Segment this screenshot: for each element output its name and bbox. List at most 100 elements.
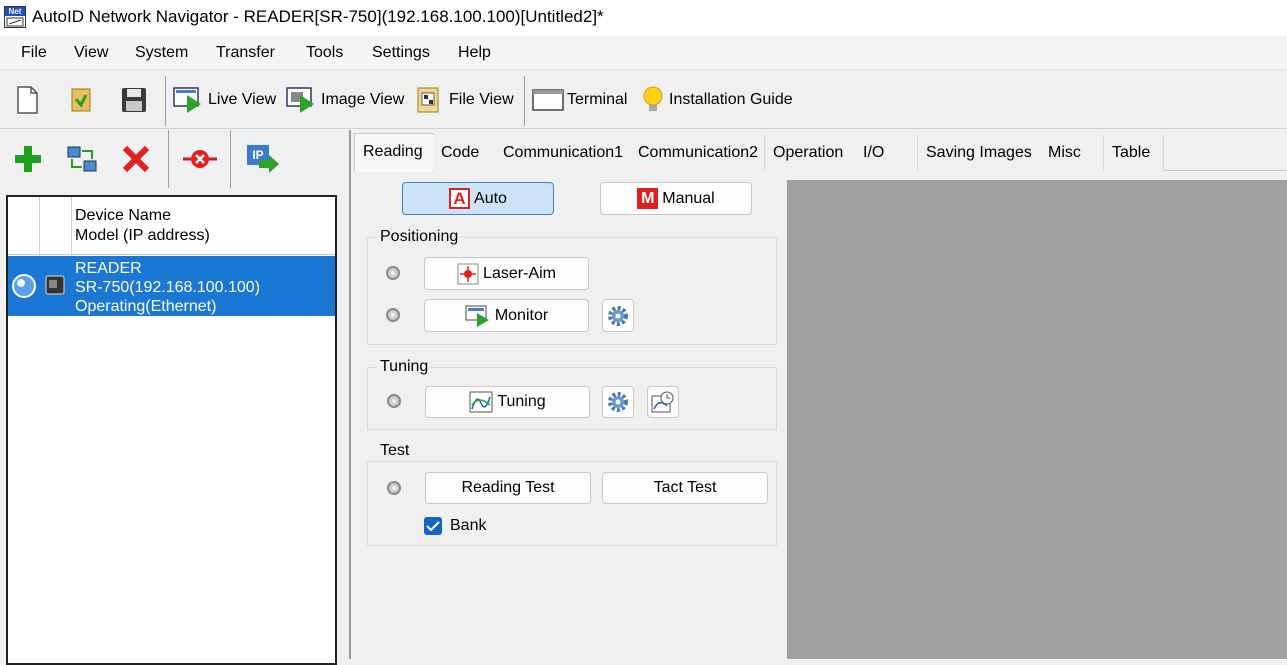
network-button[interactable] (66, 143, 98, 180)
device-status: Operating(Ethernet) (75, 298, 217, 315)
open-button[interactable] (68, 84, 94, 116)
tact-test-button[interactable]: Tact Test (602, 472, 768, 504)
auto-label: Auto (474, 189, 507, 207)
menu-bar: File View System Transfer Tools Settings… (0, 36, 1287, 69)
tab-code[interactable]: Code (433, 135, 496, 171)
device-list: Device Name Model (IP address) READER SR… (6, 195, 337, 665)
file-view-icon (417, 87, 439, 113)
bank-checkbox[interactable] (424, 517, 442, 535)
tab-table[interactable]: Table (1104, 135, 1164, 171)
menu-transfer[interactable]: Transfer (216, 44, 275, 62)
network-icon (67, 146, 97, 172)
toolbar-separator (165, 76, 166, 126)
ip-setting-button[interactable]: IP (245, 143, 279, 175)
menu-file[interactable]: File (21, 44, 47, 62)
live-view-label: Live View (208, 91, 277, 108)
tab-communication1[interactable]: Communication1 (495, 135, 631, 171)
menu-tools[interactable]: Tools (306, 44, 343, 62)
monitor-settings-button[interactable] (602, 299, 634, 332)
main-toolbar: Live View Image View File View Terminal … (0, 69, 1287, 129)
tab-misc[interactable]: Misc (1040, 135, 1104, 171)
reader-device-icon (45, 275, 65, 295)
gear-icon (608, 392, 628, 412)
tuning-label: Tuning (497, 393, 546, 410)
tuning-icon (469, 391, 493, 413)
manual-label: Manual (662, 189, 715, 207)
window-title: AutoID Network Navigator - READER[SR-750… (32, 7, 604, 26)
reading-test-button[interactable]: Reading Test (425, 472, 591, 504)
status-orb-icon (12, 274, 36, 298)
tact-test-label: Tact Test (653, 479, 717, 496)
model-header: Model (IP address) (75, 227, 210, 244)
terminal-icon (532, 89, 564, 111)
new-button[interactable] (14, 84, 40, 116)
tab-operation[interactable]: Operation (765, 135, 856, 171)
title-bar: Net AutoID Network Navigator - READER[SR… (0, 0, 1287, 36)
tuning-button[interactable]: Tuning (425, 386, 590, 418)
laser-aim-label: Laser-Aim (483, 264, 556, 282)
tab-reading[interactable]: Reading (354, 133, 434, 172)
add-icon (15, 146, 41, 172)
test-title: Test (378, 442, 412, 460)
bank-label: Bank (450, 517, 487, 534)
monitor-radio[interactable] (386, 308, 400, 322)
manual-button[interactable]: M Manual (600, 182, 752, 215)
arrow-right-icon (259, 155, 279, 173)
file-view-label: File View (449, 91, 514, 108)
manual-badge-icon: M (637, 188, 659, 209)
positioning-title: Positioning (378, 228, 461, 246)
laser-icon (457, 263, 479, 284)
auto-badge-icon: A (449, 188, 471, 209)
open-file-icon (71, 88, 91, 112)
app-icon-label: Net (5, 7, 25, 16)
tuning-settings-button[interactable] (602, 386, 634, 418)
settings-tabs: Reading Code Communication1 Communicatio… (354, 133, 1287, 172)
disconnect-button[interactable] (183, 143, 217, 180)
tuning-radio[interactable] (387, 394, 401, 408)
laser-aim-radio[interactable] (386, 266, 400, 280)
toolbar-separator (230, 130, 231, 188)
panel-splitter[interactable] (349, 130, 351, 659)
device-row[interactable]: READER SR-750(192.168.100.100) Operating… (8, 256, 335, 316)
add-device-button[interactable] (12, 143, 44, 180)
toolbar-separator (168, 130, 169, 188)
app-icon: Net (4, 6, 26, 28)
image-view-label: Image View (321, 91, 405, 108)
laser-aim-button[interactable]: Laser-Aim (424, 257, 589, 290)
menu-system[interactable]: System (135, 44, 188, 62)
terminal-button[interactable]: Terminal (532, 84, 627, 116)
tab-io[interactable]: I/O (855, 135, 918, 171)
file-view-button[interactable]: File View (414, 84, 514, 116)
menu-help[interactable]: Help (458, 44, 491, 62)
menu-view[interactable]: View (74, 44, 108, 62)
auto-button[interactable]: A Auto (402, 182, 554, 215)
reading-test-label: Reading Test (461, 479, 555, 496)
menu-settings[interactable]: Settings (372, 44, 430, 62)
device-name: READER (75, 260, 142, 277)
device-list-header: Device Name Model (IP address) (8, 197, 335, 255)
gear-icon (608, 305, 628, 326)
live-view-icon (173, 87, 201, 113)
tab-communication2[interactable]: Communication2 (630, 135, 765, 171)
save-button[interactable] (120, 84, 148, 116)
delete-icon (122, 145, 150, 173)
reading-test-radio[interactable] (387, 481, 401, 495)
tuning-history-icon (651, 391, 674, 413)
save-icon (122, 88, 146, 112)
monitor-icon (465, 305, 489, 327)
delete-device-button[interactable] (120, 143, 152, 180)
new-file-icon (17, 86, 38, 114)
preview-area (787, 180, 1287, 659)
tuning-history-button[interactable] (647, 386, 679, 418)
checkmark-icon (426, 521, 440, 532)
device-name-header: Device Name (75, 207, 172, 224)
image-view-button[interactable]: Image View (286, 84, 404, 116)
device-toolbar: IP (0, 130, 350, 190)
disconnect-icon (183, 150, 217, 168)
live-view-button[interactable]: Live View (173, 84, 276, 116)
monitor-button[interactable]: Monitor (424, 299, 589, 332)
tab-saving-images[interactable]: Saving Images (918, 135, 1041, 171)
lightbulb-icon (643, 86, 663, 111)
tuning-title: Tuning (378, 358, 431, 376)
installation-guide-button[interactable]: Installation Guide (640, 84, 793, 116)
